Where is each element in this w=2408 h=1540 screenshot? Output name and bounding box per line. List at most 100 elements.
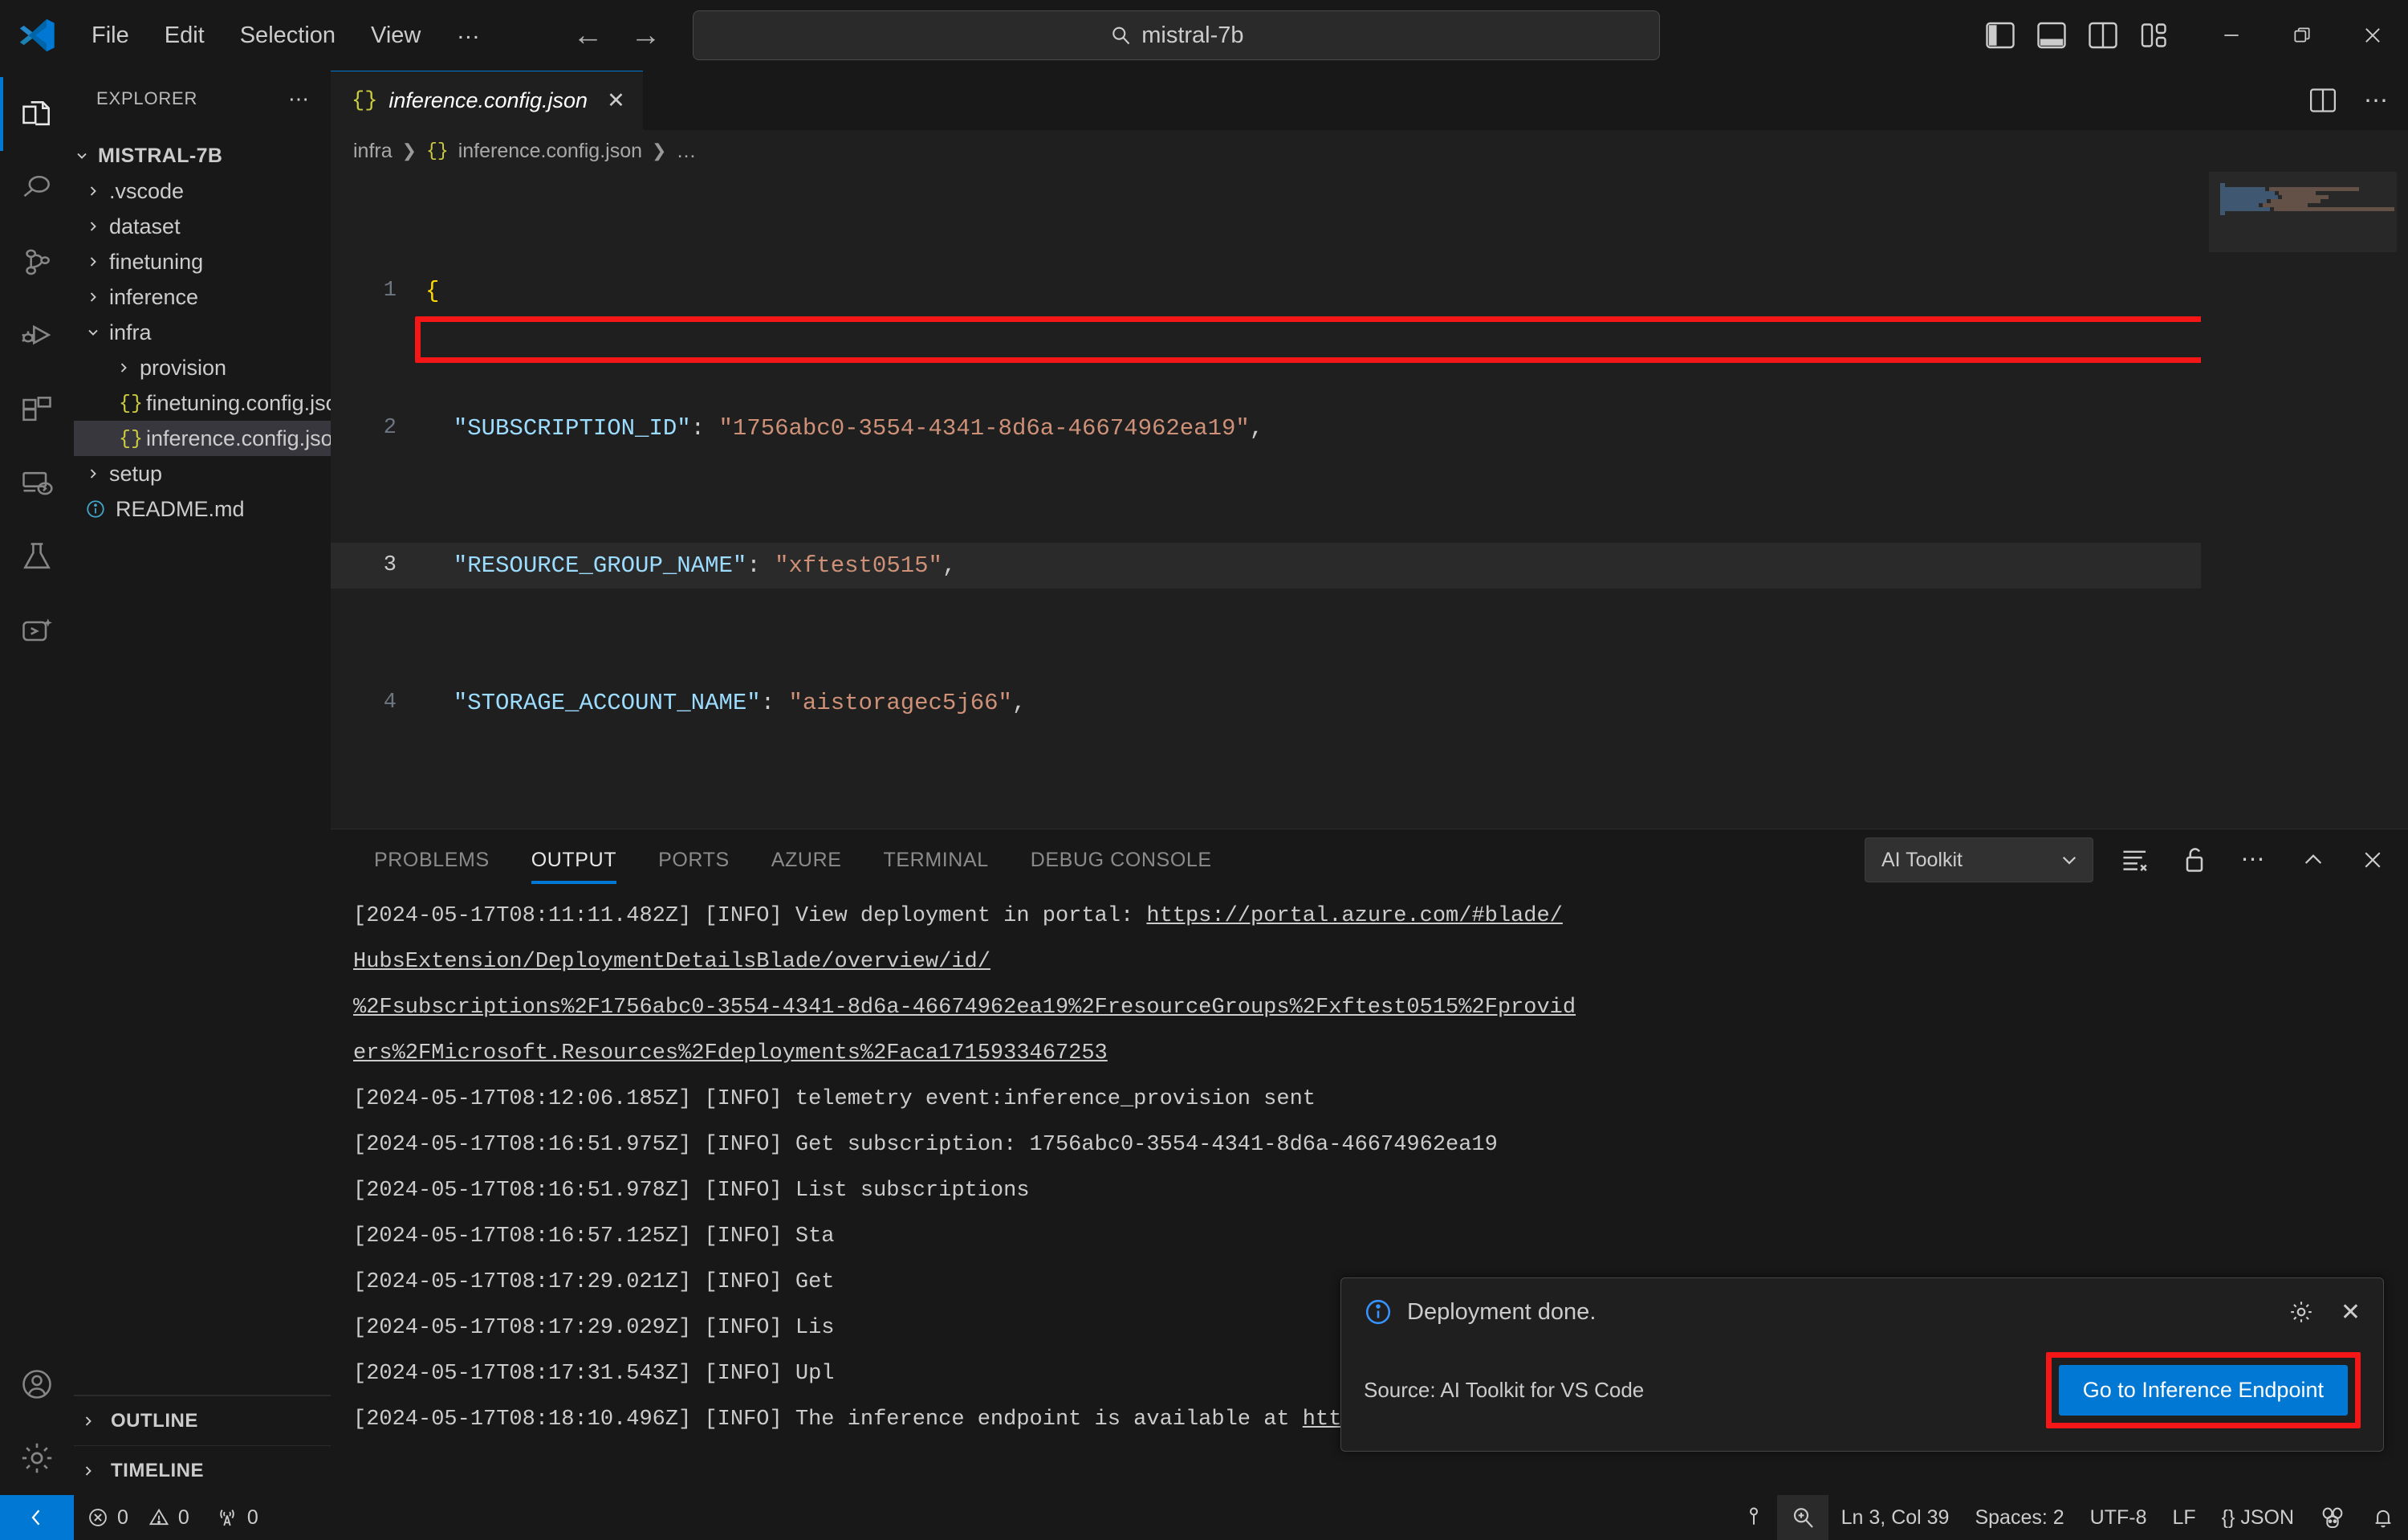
toggle-primary-sidebar-icon[interactable] [1986,22,2015,49]
code-editor[interactable]: 1 { 2 "SUBSCRIPTION_ID": "1756abc0-3554-… [331,172,2408,829]
close-icon[interactable]: ✕ [2341,1298,2361,1326]
go-to-inference-endpoint-button[interactable]: Go to Inference Endpoint [2058,1365,2348,1416]
json-file-icon: {} [118,426,143,450]
tab-azure[interactable]: AZURE [750,829,863,890]
minimap-slider[interactable] [2209,172,2397,252]
breadcrumb-file[interactable]: inference.config.json [458,140,642,163]
notification-footer: Source: AI Toolkit for VS Code Go to Inf… [1364,1352,2361,1428]
activity-explorer[interactable] [0,77,74,151]
section-timeline[interactable]: TIMELINE [74,1445,331,1495]
tab-problems[interactable]: PROBLEMS [353,829,510,890]
json-key: "SUBSCRIPTION_ID" [453,415,691,442]
log-link[interactable]: ers%2FMicrosoft.Resources%2Fdeployments%… [353,1041,1108,1065]
output-line: ers%2FMicrosoft.Resources%2Fdeployments%… [353,1031,2408,1077]
log-link[interactable]: https://portal.azure.com/#blade/ [1146,904,1562,928]
code-text: { [425,278,440,304]
log-link[interactable]: HubsExtension/DeploymentDetailsBlade/ove… [353,950,990,974]
activity-testing[interactable] [0,520,74,594]
activity-search[interactable] [0,151,74,225]
activity-accounts[interactable] [0,1347,74,1421]
tree-item-vscode[interactable]: .vscode [74,173,331,209]
radio-tower-status[interactable]: 0 [202,1495,271,1540]
tree-root-mistral-7b[interactable]: MISTRAL-7B [74,138,331,173]
menu-edit[interactable]: Edit [147,18,222,54]
activity-extensions[interactable] [0,373,74,446]
log-text: [2024-05-17T08:16:51.975Z] [INFO] Get su… [353,1133,1498,1157]
breadcrumb-symbol[interactable]: … [676,140,696,163]
tab-terminal[interactable]: TERMINAL [863,829,1010,890]
info-file-icon [85,499,116,519]
json-comma: , [942,552,957,579]
more-actions-icon[interactable]: ⋯ [2364,88,2390,112]
log-link[interactable]: %2Fsubscriptions%2F1756abc0-3554-4341-8d… [353,996,1576,1020]
command-center-search[interactable]: mistral-7b [693,10,1661,60]
tree-item-setup[interactable]: setup [74,456,331,491]
menu-file[interactable]: File [74,18,147,54]
language-mode[interactable]: {} JSON [2209,1495,2307,1540]
copilot-icon[interactable] [2307,1495,2358,1540]
gear-icon[interactable] [2288,1298,2315,1326]
activity-remote-explorer[interactable] [0,446,74,520]
tree-item-infra[interactable]: infra [74,315,331,350]
explorer-more-actions-icon[interactable]: ⋯ [288,87,311,112]
breadcrumb-infra[interactable]: infra [353,140,393,163]
window-minimize-button[interactable] [2196,0,2267,71]
tree-item-inference-config-json[interactable]: {} inference.config.json [74,421,331,456]
output-line: HubsExtension/DeploymentDetailsBlade/ove… [353,939,2408,985]
close-icon[interactable]: ✕ [607,88,625,113]
unlock-scroll-icon[interactable] [2177,842,2212,878]
tab-inference-config-json[interactable]: {} inference.config.json ✕ [331,71,643,130]
json-colon: : [691,827,719,829]
menu-more[interactable]: … [438,13,500,58]
tab-debug-console[interactable]: DEBUG CONSOLE [1010,829,1233,890]
log-text: [2024-05-17T08:16:57.125Z] [INFO] Sta [353,1224,835,1249]
tab-ports[interactable]: PORTS [637,829,750,890]
maximize-panel-icon[interactable] [2296,842,2331,878]
tree-item-readme-md[interactable]: README.md [74,491,331,527]
log-text: [2024-05-17T08:16:51.978Z] [INFO] List s… [353,1179,1030,1203]
chevron-right-icon [85,218,109,234]
window-close-button[interactable] [2337,0,2408,71]
activity-manage-settings[interactable] [0,1421,74,1495]
activity-run-and-debug[interactable] [0,299,74,373]
cursor-position[interactable]: Ln 3, Col 39 [1828,1495,1963,1540]
toggle-secondary-sidebar-icon[interactable] [2089,22,2117,49]
clear-output-icon[interactable] [2117,842,2153,878]
window-restore-button[interactable] [2267,0,2337,71]
problems-status[interactable]: 0 0 [74,1495,202,1540]
indentation-setting[interactable]: Spaces: 2 [1962,1495,2076,1540]
status-bar-right: Ln 3, Col 39 Spaces: 2 UTF-8 LF {} JSON [1731,1495,2408,1540]
bell-slash-indicator[interactable] [1731,1495,1777,1540]
tree-item-provision[interactable]: provision [74,350,331,385]
tab-output[interactable]: OUTPUT [510,829,637,890]
tree-item-finetuning[interactable]: finetuning [74,244,331,279]
menu-view[interactable]: View [353,18,438,54]
close-panel-icon[interactable] [2355,842,2390,878]
zoom-indicator[interactable] [1776,1495,1828,1540]
encoding-setting[interactable]: UTF-8 [2077,1495,2160,1540]
notifications-bell-icon[interactable] [2358,1495,2408,1540]
tree-item-inference[interactable]: inference [74,279,331,315]
back-arrow-icon[interactable]: ← [572,20,603,51]
customize-layout-icon[interactable] [2140,22,2169,49]
file-tree: MISTRAL-7B .vscode dataset finetuning in… [74,127,331,1395]
log-text: [2024-05-17T08:17:29.021Z] [INFO] Get [353,1270,835,1294]
json-colon: : [746,552,775,579]
activity-source-control[interactable] [0,225,74,299]
section-outline[interactable]: OUTLINE [74,1395,331,1445]
activity-ai-toolkit[interactable] [0,594,74,668]
json-value: "aifilesharec5j66" [718,827,970,829]
output-channel-dropdown[interactable]: AI Toolkit [1865,837,2093,882]
eol-setting[interactable]: LF [2159,1495,2208,1540]
editor-minimap[interactable] [2201,172,2408,829]
forward-arrow-icon[interactable]: → [630,20,661,51]
tree-item-finetuning-config-json[interactable]: {} finetuning.config.json [74,385,331,421]
split-editor-icon[interactable] [2309,88,2337,113]
tree-item-dataset[interactable]: dataset [74,209,331,244]
remote-window-indicator[interactable] [0,1495,74,1540]
more-actions-icon[interactable]: ⋯ [2236,842,2272,878]
toggle-panel-icon[interactable] [2037,22,2066,49]
menu-selection[interactable]: Selection [222,18,353,54]
radio-tower-count: 0 [246,1505,258,1529]
